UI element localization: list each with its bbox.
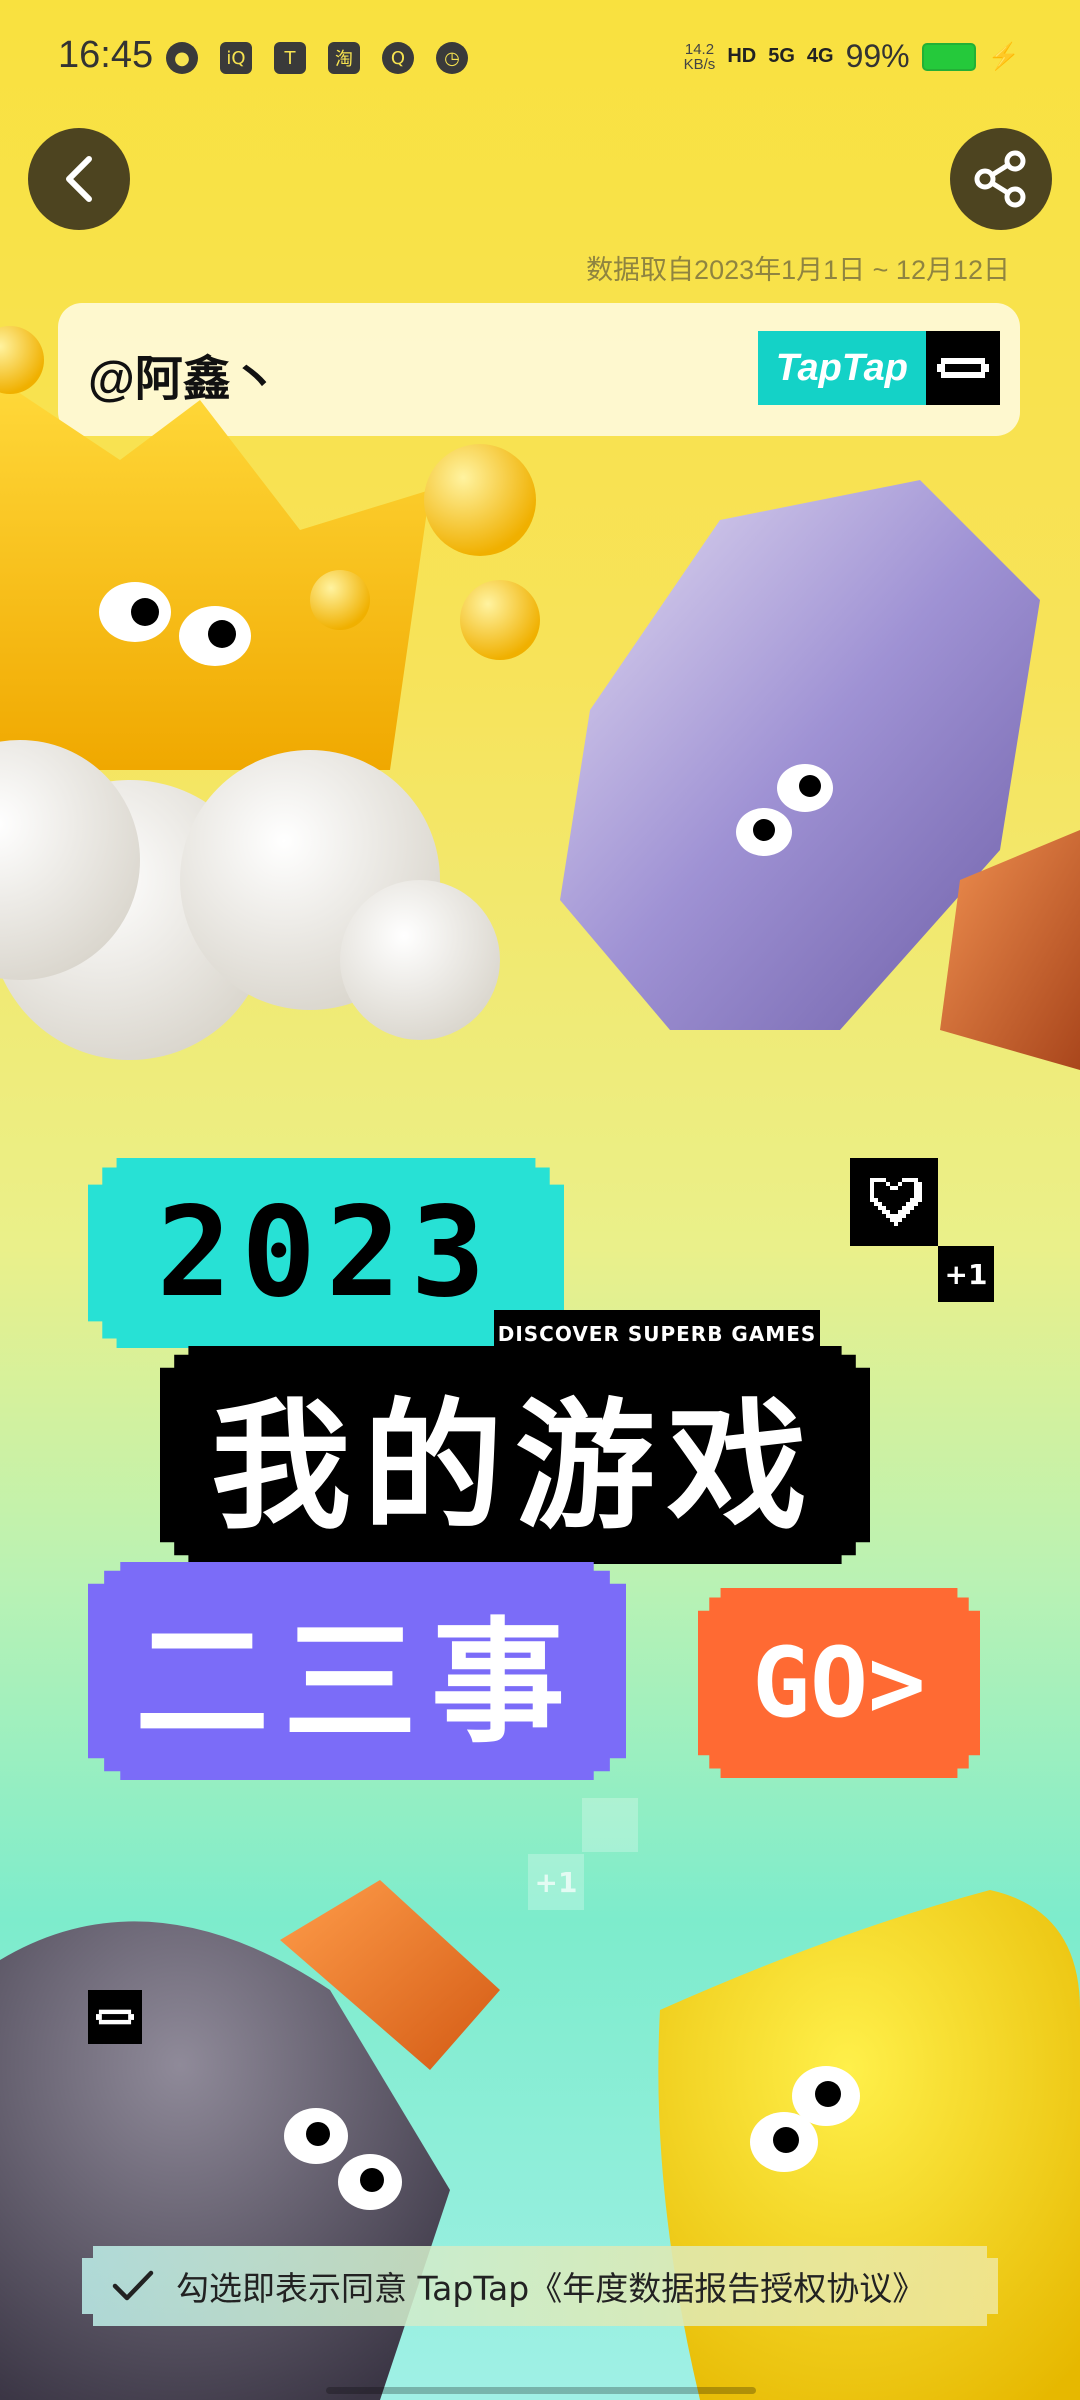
signal-4g-icon: 4G <box>806 45 834 67</box>
taptap-icon: T <box>274 42 306 74</box>
plus-one-badge: +1 <box>938 1246 994 1302</box>
net-speed-value: 14.2 <box>684 40 715 58</box>
status-bar: 16:45 ● iQ T 淘 Q ◷ 14.2 KB/s HD 5G 4G 99… <box>0 0 1080 120</box>
taptap-pixel-icon <box>926 331 1000 405</box>
title-banner: 我的游戏 <box>160 1346 870 1564</box>
agreement-text[interactable]: 勾选即表示同意 TapTap《年度数据报告授权协议》 <box>176 2262 925 2310</box>
stone-hammer-illustration <box>560 480 1080 1070</box>
chevron-left-icon <box>66 156 92 202</box>
share-icon <box>974 150 1026 208</box>
share-button[interactable] <box>950 128 1052 230</box>
hd-icon: HD <box>727 45 757 67</box>
battery-icon <box>921 42 976 71</box>
status-app-icons: ● iQ T 淘 Q ◷ <box>166 42 468 74</box>
faint-taptap-icon <box>582 1798 638 1852</box>
q-icon: Q <box>382 42 414 74</box>
crown-cloud-illustration <box>0 326 540 1060</box>
year-banner: 2023 <box>88 1158 564 1348</box>
title-line1: 我的游戏 <box>210 1386 819 1549</box>
taptap-logo-text: TapTap <box>757 331 926 405</box>
taptap-logo: TapTap <box>757 331 1000 405</box>
net-speed-unit: KB/s <box>683 55 716 73</box>
small-taptap-icon <box>88 1990 142 2044</box>
go-label: GO> <box>752 1627 926 1739</box>
agreement-bar[interactable]: 勾选即表示同意 TapTap《年度数据报告授权协议》 <box>82 2246 998 2326</box>
checkmark-icon[interactable] <box>112 2269 154 2303</box>
home-indicator[interactable] <box>326 2387 756 2394</box>
faint-plus-one: +1 <box>528 1854 584 1910</box>
discover-tag: DISCOVER SUPERB GAMES <box>494 1310 820 1358</box>
heart-icon <box>850 1158 938 1246</box>
subtitle-banner: 二三事 <box>88 1562 626 1780</box>
net-speed: 14.2 KB/s <box>684 42 716 72</box>
status-time: 16:45 <box>58 34 154 76</box>
title-line2: 二三事 <box>134 1605 579 1761</box>
back-button[interactable] <box>28 128 130 230</box>
status-right: 14.2 KB/s HD 5G 4G 99% ⚡ <box>684 38 1020 75</box>
go-button[interactable]: GO> <box>698 1588 980 1778</box>
timer-icon: ◷ <box>436 42 468 74</box>
taobao-icon: 淘 <box>328 42 360 74</box>
year-text: 2023 <box>156 1181 496 1325</box>
data-range-note: 数据取自2023年1月1日 ~ 12月12日 <box>586 255 1010 285</box>
app-notification-icon: ● <box>166 42 198 74</box>
iqiyi-icon: iQ <box>220 42 252 74</box>
signal-5g-icon: 5G <box>768 45 795 67</box>
charging-icon: ⚡ <box>987 41 1020 71</box>
battery-percent: 99% <box>845 38 910 74</box>
